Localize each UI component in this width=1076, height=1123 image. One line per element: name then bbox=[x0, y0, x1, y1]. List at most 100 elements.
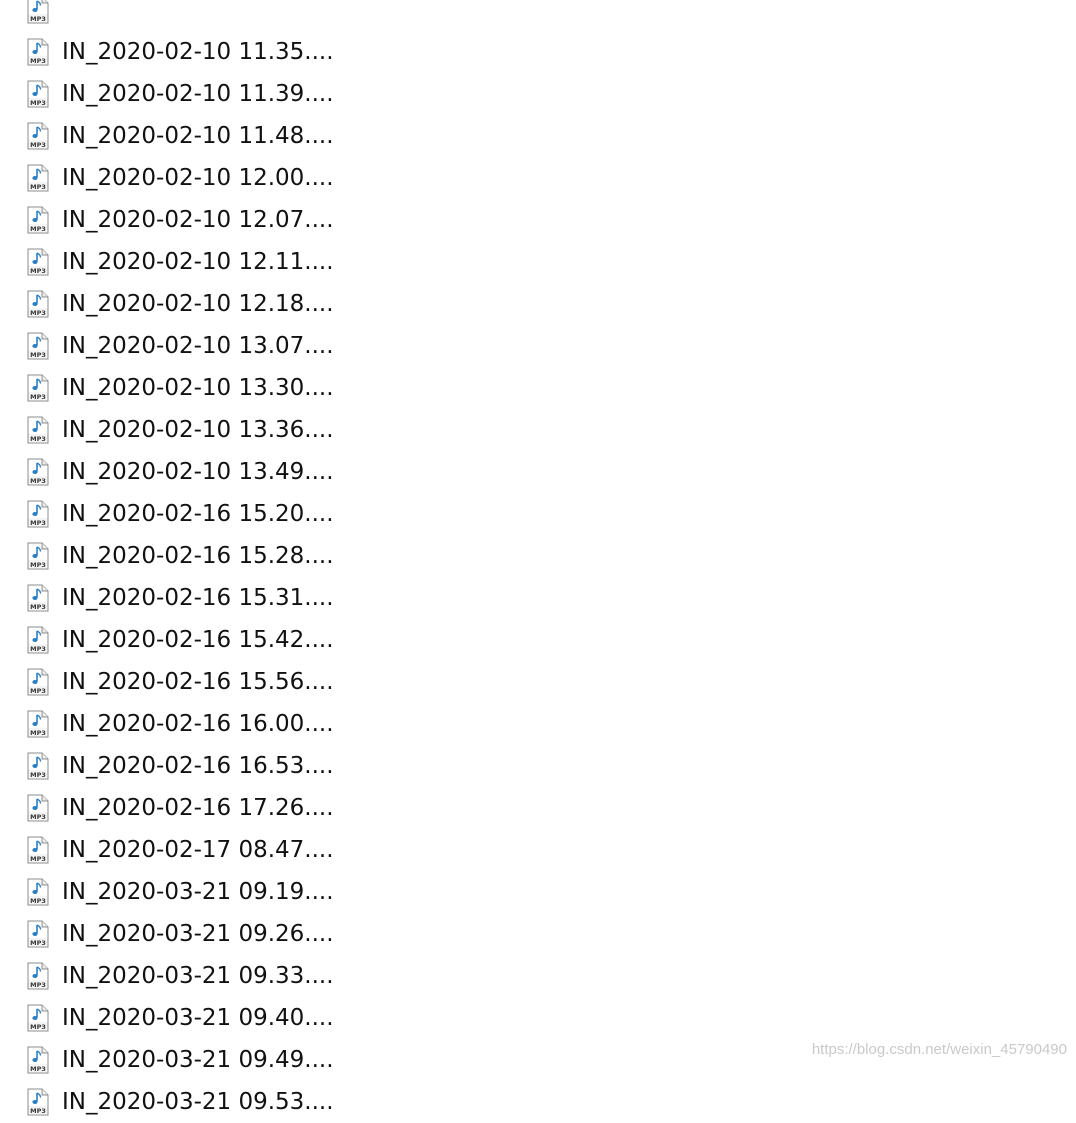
mp3-file-icon: MP3 bbox=[25, 1004, 51, 1032]
mp3-file-icon: MP3 bbox=[25, 710, 51, 738]
svg-text:MP3: MP3 bbox=[30, 603, 46, 611]
svg-text:MP3: MP3 bbox=[30, 183, 46, 191]
svg-text:MP3: MP3 bbox=[30, 519, 46, 527]
mp3-file-icon: MP3 bbox=[25, 332, 51, 360]
file-list-item[interactable]: MP3 IN_2020-02-10 12.07.... bbox=[0, 199, 1076, 241]
svg-text:MP3: MP3 bbox=[30, 981, 46, 989]
file-list-item[interactable]: MP3 IN_2020-02-10 11.48.... bbox=[0, 115, 1076, 157]
file-list-item[interactable]: MP3 IN_2020-02-16 15.20.... bbox=[0, 493, 1076, 535]
file-name: IN_2020-02-16 16.53.... bbox=[62, 753, 334, 779]
svg-text:MP3: MP3 bbox=[30, 1023, 46, 1031]
svg-text:MP3: MP3 bbox=[30, 309, 46, 317]
file-list-item[interactable]: MP3 IN_2020-03-21 09.26.... bbox=[0, 913, 1076, 955]
svg-text:MP3: MP3 bbox=[30, 477, 46, 485]
file-list-item[interactable]: MP3 IN_2020-02-16 15.28.... bbox=[0, 535, 1076, 577]
svg-text:MP3: MP3 bbox=[30, 99, 46, 107]
file-name: IN_2020-02-10 12.18.... bbox=[62, 291, 334, 317]
mp3-file-icon: MP3 bbox=[25, 122, 51, 150]
mp3-file-icon: MP3 bbox=[25, 920, 51, 948]
svg-text:MP3: MP3 bbox=[30, 645, 46, 653]
file-list-item[interactable]: MP3 IN_2020-03-21 09.19.... bbox=[0, 871, 1076, 913]
file-list-item[interactable]: MP3 IN_2020-02-10 12.11.... bbox=[0, 241, 1076, 283]
mp3-file-icon: MP3 bbox=[25, 626, 51, 654]
mp3-file-icon: MP3 bbox=[25, 164, 51, 192]
file-list-item[interactable]: MP3 IN_2020-02-10 13.30.... bbox=[0, 367, 1076, 409]
file-list-item[interactable]: MP3 IN_2020-03-21 09.33.... bbox=[0, 955, 1076, 997]
svg-text:MP3: MP3 bbox=[30, 57, 46, 65]
file-name: IN_2020-03-21 09.40.... bbox=[62, 1005, 334, 1031]
svg-text:MP3: MP3 bbox=[30, 435, 46, 443]
mp3-file-icon: MP3 bbox=[25, 206, 51, 234]
file-name: IN_2020-02-16 17.26.... bbox=[62, 795, 334, 821]
mp3-file-icon: MP3 bbox=[25, 290, 51, 318]
file-name: IN_2020-02-16 15.56.... bbox=[62, 669, 334, 695]
file-list-item[interactable]: MP3 IN_2020-02-10 13.49.... bbox=[0, 451, 1076, 493]
watermark-text: https://blog.csdn.net/weixin_45790490 bbox=[811, 1041, 1067, 1058]
file-list-item[interactable]: MP3 IN_2020-02-10 13.36.... bbox=[0, 409, 1076, 451]
file-name: IN_2020-02-10 12.00.... bbox=[62, 165, 334, 191]
svg-text:MP3: MP3 bbox=[30, 1107, 46, 1115]
file-name: IN_2020-02-17 08.47.... bbox=[62, 837, 334, 863]
file-list-item[interactable]: MP3 IN_2020-02-17 08.47.... bbox=[0, 829, 1076, 871]
svg-text:MP3: MP3 bbox=[30, 561, 46, 569]
svg-text:MP3: MP3 bbox=[30, 855, 46, 863]
svg-text:MP3: MP3 bbox=[30, 897, 46, 905]
file-list-item[interactable]: MP3 IN_2020-02-16 17.26.... bbox=[0, 787, 1076, 829]
mp3-file-icon: MP3 bbox=[25, 38, 51, 66]
mp3-file-icon: MP3 bbox=[25, 80, 51, 108]
file-name: IN_2020-02-10 12.11.... bbox=[62, 249, 334, 275]
file-name: IN_2020-02-16 15.42.... bbox=[62, 627, 334, 653]
file-list-item[interactable]: MP3 IN_2020-02-16 15.56.... bbox=[0, 661, 1076, 703]
svg-text:MP3: MP3 bbox=[30, 771, 46, 779]
svg-text:MP3: MP3 bbox=[30, 141, 46, 149]
svg-text:MP3: MP3 bbox=[30, 939, 46, 947]
file-name: IN_2020-02-10 11.39.... bbox=[62, 81, 334, 107]
mp3-file-icon: MP3 bbox=[25, 668, 51, 696]
svg-text:MP3: MP3 bbox=[30, 15, 46, 23]
mp3-file-icon: MP3 bbox=[25, 1046, 51, 1074]
file-list-item[interactable]: MP3 IN_2020-03-21 09.53.... bbox=[0, 1081, 1076, 1123]
mp3-file-icon: MP3 bbox=[25, 248, 51, 276]
file-list-item[interactable]: MP3 IN_2020-02-16 16.00.... bbox=[0, 703, 1076, 745]
file-name: IN_2020-02-16 16.00.... bbox=[62, 711, 334, 737]
mp3-file-icon: MP3 bbox=[25, 836, 51, 864]
file-list-item[interactable]: MP3 IN_2020-02-10 11.35.... bbox=[0, 31, 1076, 73]
file-name: IN_2020-02-10 13.07.... bbox=[62, 333, 334, 359]
file-name: IN_2020-03-21 09.53.... bbox=[62, 1089, 334, 1115]
svg-text:MP3: MP3 bbox=[30, 267, 46, 275]
file-list-item[interactable]: MP3 IN_2020-02-10 13.07.... bbox=[0, 325, 1076, 367]
file-list-item[interactable]: MP3 IN_2020-02-10 12.18.... bbox=[0, 283, 1076, 325]
file-name: IN_2020-02-16 15.31.... bbox=[62, 585, 334, 611]
mp3-file-icon: MP3 bbox=[25, 962, 51, 990]
file-name: IN_2020-02-16 15.20.... bbox=[62, 501, 334, 527]
svg-text:MP3: MP3 bbox=[30, 1065, 46, 1073]
mp3-file-icon: MP3 bbox=[25, 500, 51, 528]
mp3-file-icon: MP3 bbox=[25, 752, 51, 780]
mp3-file-icon: MP3 bbox=[25, 878, 51, 906]
file-list-item[interactable]: MP3 IN_2020-02-16 16.53.... bbox=[0, 745, 1076, 787]
file-list-item[interactable]: MP3 IN_2020-03-21 09.40.... bbox=[0, 997, 1076, 1039]
file-name: IN_2020-03-21 09.33.... bbox=[62, 963, 334, 989]
file-name: IN_2020-02-10 11.48.... bbox=[62, 123, 334, 149]
file-name: IN_2020-02-10 13.30.... bbox=[62, 375, 334, 401]
mp3-file-icon: MP3 bbox=[25, 542, 51, 570]
file-name: IN_2020-02-10 13.36.... bbox=[62, 417, 334, 443]
file-list-item[interactable]: MP3 IN_2020-02-16 15.31.... bbox=[0, 577, 1076, 619]
mp3-file-icon: MP3 bbox=[25, 584, 51, 612]
file-list-item[interactable]: MP3 IN_2020-02-16 15.42.... bbox=[0, 619, 1076, 661]
mp3-file-icon: MP3 bbox=[25, 374, 51, 402]
file-name: IN_2020-03-21 09.19.... bbox=[62, 879, 334, 905]
mp3-file-icon: MP3 bbox=[25, 0, 51, 24]
file-name: IN_2020-03-21 09.49.... bbox=[62, 1047, 334, 1073]
file-name: IN_2020-02-10 12.07.... bbox=[62, 207, 334, 233]
svg-text:MP3: MP3 bbox=[30, 225, 46, 233]
file-name: IN_2020-02-16 15.28.... bbox=[62, 543, 334, 569]
file-list-item[interactable]: MP3 IN_2020-02-10 12.00.... bbox=[0, 157, 1076, 199]
svg-text:MP3: MP3 bbox=[30, 687, 46, 695]
mp3-file-icon: MP3 bbox=[25, 416, 51, 444]
file-name: IN_2020-02-10 13.49.... bbox=[62, 459, 334, 485]
svg-text:MP3: MP3 bbox=[30, 729, 46, 737]
file-list-item[interactable]: MP3 IN_2020-02-10 11.39.... bbox=[0, 73, 1076, 115]
file-list-item[interactable]: MP3 bbox=[0, 0, 1076, 31]
file-name: IN_2020-03-21 09.26.... bbox=[62, 921, 334, 947]
